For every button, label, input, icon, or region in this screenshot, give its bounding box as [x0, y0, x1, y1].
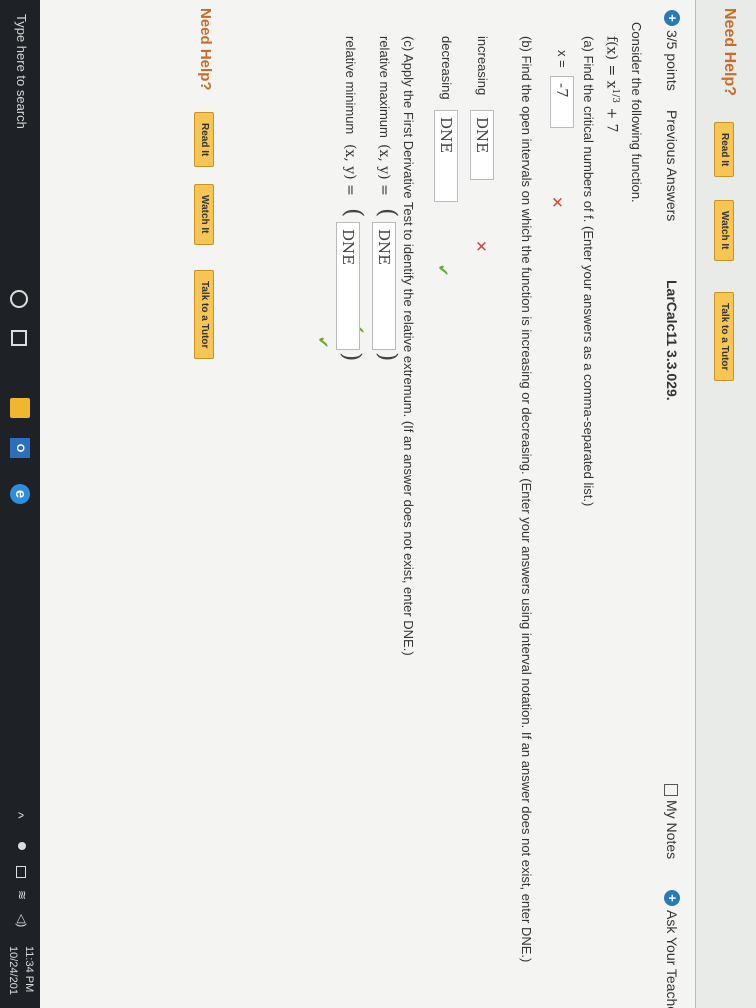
relative-min-correct-icon: ✔: [314, 336, 331, 349]
min-close-paren: ): [338, 352, 366, 362]
relative-max-input[interactable]: DNE: [372, 222, 396, 350]
need-help-label: Need Help?: [197, 8, 214, 91]
relative-min-input[interactable]: DNE: [336, 222, 360, 350]
part-a-incorrect-icon: ✕: [548, 196, 565, 209]
decreasing-interval-input[interactable]: DNE: [434, 110, 458, 202]
wifi-icon[interactable]: ≋: [15, 890, 29, 900]
max-close-paren: ): [374, 352, 402, 362]
help-row: Need Help? Read It Watch It Talk to a Tu…: [192, 8, 216, 408]
max-open-paren: (: [374, 208, 402, 218]
points-score: 3/5 points: [664, 30, 680, 91]
outlook-icon[interactable]: O: [10, 438, 30, 458]
function-definition: f(x) = x1/3 + 7: [603, 36, 620, 133]
browser-screen: Need Help? Read It Watch It Talk to a Tu…: [0, 0, 756, 1008]
store-icon[interactable]: [10, 398, 30, 418]
critical-numbers-input[interactable]: -7: [550, 76, 574, 128]
my-notes-link[interactable]: My Notes: [664, 800, 680, 859]
edge-icon[interactable]: e: [10, 484, 30, 504]
clock-time[interactable]: 11:34 PM: [23, 946, 35, 992]
question-prompt: Consider the following function.: [629, 22, 644, 203]
relative-max-label: relative maximum: [377, 36, 392, 138]
relative-min-xy-label: (x, y) =: [342, 144, 358, 196]
previous-answers-link[interactable]: Previous Answers: [664, 110, 680, 221]
cortana-icon[interactable]: [10, 290, 28, 308]
relative-max-xy-label: (x, y) =: [376, 144, 392, 196]
talk-tutor-button[interactable]: Talk to a Tutor: [194, 270, 214, 360]
battery-icon[interactable]: [16, 866, 26, 878]
relative-min-label: relative minimum: [343, 36, 358, 135]
increasing-interval-input[interactable]: DNE: [470, 110, 494, 180]
ask-teacher-link[interactable]: Ask Your Teacher: [664, 910, 680, 1008]
windows-taskbar: Type here to search O e ^ ≋ ◁) 11:34 PM …: [0, 0, 40, 1008]
watch-it-button[interactable]: Watch It: [194, 184, 214, 245]
notes-icon[interactable]: [664, 784, 678, 796]
increasing-label: increasing: [475, 36, 490, 96]
increasing-incorrect-icon: ✕: [472, 240, 489, 253]
taskbar-search[interactable]: Type here to search: [14, 14, 29, 129]
ask-teacher-plus-icon[interactable]: +: [664, 890, 680, 906]
network-icon[interactable]: [18, 842, 26, 850]
need-help-label: Need Help?: [721, 8, 738, 97]
min-open-paren: (: [340, 208, 368, 218]
section-divider: [695, 0, 696, 1008]
read-it-button[interactable]: Read It: [194, 112, 214, 168]
read-it-button[interactable]: Read It: [714, 122, 734, 178]
question-reference: LarCalc11 3.3.029.: [664, 280, 680, 401]
decreasing-label: decreasing: [439, 36, 454, 100]
part-a-x-label: x =: [555, 50, 570, 68]
decreasing-correct-icon: ✔: [434, 264, 451, 277]
volume-icon[interactable]: ◁): [15, 914, 29, 927]
part-a-instructions: (a) Find the critical numbers of f. (Ent…: [581, 36, 596, 507]
previous-help-strip: Need Help? Read It Watch It Talk to a Tu…: [696, 0, 756, 1008]
chevron-up-icon[interactable]: ^: [11, 812, 27, 819]
part-c-instructions: (c) Apply the First Derivative Test to i…: [401, 36, 416, 656]
expand-plus-icon[interactable]: +: [664, 10, 680, 26]
part-b-instructions: (b) Find the open intervals on which the…: [519, 36, 534, 963]
clock-date[interactable]: 10/24/201: [7, 946, 19, 995]
watch-it-button[interactable]: Watch It: [714, 200, 734, 261]
talk-tutor-button[interactable]: Talk to a Tutor: [714, 292, 734, 382]
task-view-icon[interactable]: [11, 330, 27, 346]
question-header: + 3/5 points Previous Answers LarCalc11 …: [656, 10, 680, 1008]
